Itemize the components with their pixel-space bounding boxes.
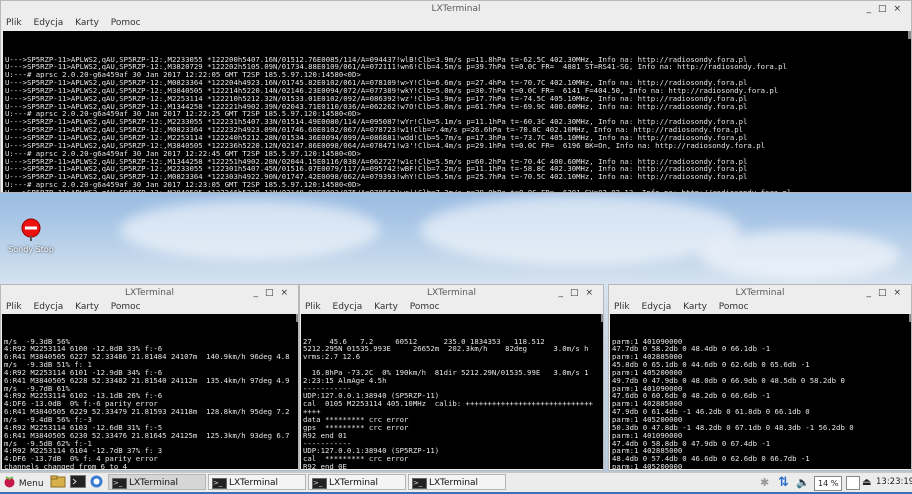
maximize-icon[interactable]: □ — [878, 4, 894, 14]
title-bar[interactable]: LXTerminal _□× — [609, 285, 911, 301]
menu-edycja[interactable]: Edycja — [333, 302, 363, 312]
desktop-icon-label: Sondy Stop — [8, 245, 54, 254]
menu-plik[interactable]: Plik — [614, 302, 630, 312]
window-controls[interactable]: _□× — [253, 285, 295, 301]
terminal-icon: >_ — [212, 478, 227, 489]
scrollbar-thumb[interactable] — [908, 31, 911, 39]
menu-plik[interactable]: Plik — [6, 302, 22, 312]
terminal-icon: >_ — [112, 478, 127, 489]
window-controls[interactable]: _□× — [866, 285, 908, 301]
terminal-line: parm:1 405200000 — [612, 462, 683, 469]
menu-karty[interactable]: Karty — [683, 302, 707, 312]
close-icon[interactable]: × — [893, 288, 908, 298]
scrollbar-thumb[interactable] — [601, 314, 603, 322]
volume-icon[interactable]: 🔈 — [796, 475, 810, 490]
file-manager-icon[interactable] — [50, 475, 66, 490]
main-terminal-window[interactable]: LXTerminal _□× Plik Edycja Karty Pomoc U… — [0, 0, 912, 193]
menu-edycja[interactable]: Edycja — [34, 18, 64, 28]
menu-label: Menu — [18, 479, 44, 489]
clock-time: 13:23:19 — [876, 477, 912, 487]
menu-edycja[interactable]: Edycja — [34, 302, 64, 312]
menu-bar: Plik Edycja Karty Pomoc — [1, 17, 911, 30]
left-terminal-window[interactable]: LXTerminal _□× Plik Edycja Karty Pomoc m… — [0, 284, 299, 471]
menu-pomoc[interactable]: Pomoc — [111, 302, 141, 312]
terminal-line: U--->SP5RZP-11>APLWS2,qAU,SP5RZP-12:,M38… — [5, 187, 792, 193]
sky-cloud — [420, 195, 740, 265]
window-title: LXTerminal — [431, 4, 481, 14]
task-label: LXTerminal — [429, 478, 479, 488]
network-icon[interactable]: ⇅ — [778, 475, 789, 490]
close-icon[interactable]: × — [585, 288, 600, 298]
minimize-icon[interactable]: _ — [558, 288, 570, 298]
menu-karty[interactable]: Karty — [75, 302, 99, 312]
scrollbar[interactable] — [601, 314, 603, 322]
taskbar: Menu >_ LXTerminal >_ LXTerminal >_ LXTermi… — [0, 472, 912, 492]
maximize-icon[interactable]: □ — [265, 288, 281, 298]
terminal-icon: >_ — [312, 478, 327, 489]
menu-pomoc[interactable]: Pomoc — [111, 18, 141, 28]
bluetooth-icon[interactable]: ✱ — [760, 475, 769, 490]
terminal-output[interactable]: 27 45.6 7.2 60512 235.0 1834353 118.512 5… — [301, 314, 603, 469]
task-label: LXTerminal — [129, 478, 179, 488]
eject-icon[interactable]: ⏏ — [862, 475, 871, 490]
maximize-icon[interactable]: □ — [570, 288, 586, 298]
terminal-output[interactable]: U--->SP5RZP-11>APLWS2,qAU,SP5RZP-12:,M22… — [3, 31, 911, 193]
scrollbar[interactable] — [908, 31, 911, 39]
task-button-lxterminal[interactable]: >_ LXTerminal — [408, 474, 506, 490]
menu-bar: Plik Edycja Karty Pomoc — [609, 301, 911, 314]
middle-terminal-window[interactable]: LXTerminal _□× Plik Edycja Karty Pomoc 2… — [299, 284, 604, 471]
window-title: LXTerminal — [735, 288, 785, 298]
task-button-lxterminal[interactable]: >_ LXTerminal — [208, 474, 306, 490]
terminal-icon: >_ — [412, 478, 427, 489]
terminal-launcher-icon[interactable] — [70, 475, 86, 490]
terminal-line: gps ********* crc error — [303, 422, 409, 432]
menu-karty[interactable]: Karty — [374, 302, 398, 312]
window-controls[interactable]: _□× — [866, 1, 908, 17]
stop-sign-icon — [21, 218, 41, 241]
title-bar[interactable]: LXTerminal _□× — [1, 1, 911, 17]
terminal-line: cal ********* crc error — [303, 454, 409, 464]
task-button-lxterminal[interactable]: >_ LXTerminal — [308, 474, 406, 490]
menu-edycja[interactable]: Edycja — [642, 302, 672, 312]
menu-pomoc[interactable]: Pomoc — [719, 302, 749, 312]
terminal-line: vrms:2.7 12.6 — [303, 352, 361, 362]
terminal-line: cal 0105 M2253114 405.10MHz calib: +++++… — [303, 399, 593, 409]
maximize-icon[interactable]: □ — [878, 288, 894, 298]
cpu-graph — [846, 476, 860, 490]
right-terminal-window[interactable]: LXTerminal _□× Plik Edycja Karty Pomoc p… — [608, 284, 912, 471]
clock[interactable]: 13:23:19 — [876, 475, 912, 490]
window-controls[interactable]: _□× — [558, 285, 600, 301]
menu-bar: Plik Edycja Karty Pomoc — [300, 301, 603, 314]
cpu-usage: 14 % — [818, 479, 839, 488]
title-bar[interactable]: LXTerminal _□× — [300, 285, 603, 301]
menu-karty[interactable]: Karty — [75, 18, 99, 28]
window-title: LXTerminal — [124, 288, 175, 298]
terminal-output[interactable]: parm:1 401090000 47.7db 0 58.2db 0 48.4db… — [610, 314, 911, 469]
sky-cloud — [700, 230, 900, 280]
close-icon[interactable]: × — [280, 288, 295, 298]
close-icon[interactable]: × — [893, 4, 908, 14]
menu-pomoc[interactable]: Pomoc — [410, 302, 440, 312]
title-bar[interactable]: LXTerminal _□× — [1, 285, 298, 301]
raspberry-icon — [4, 476, 15, 488]
terminal-line: R92 end 0E — [303, 462, 347, 469]
cpu-monitor: 14 % — [814, 476, 843, 491]
browser-icon[interactable] — [90, 475, 103, 490]
minimize-icon[interactable]: _ — [253, 288, 265, 298]
terminal-output[interactable]: m/s -9.3dB 56% 4:R92 M2253114 6100 -12.8d… — [2, 314, 298, 469]
menu-bar: Plik Edycja Karty Pomoc — [1, 301, 298, 314]
terminal-line: channels changed from 6 to 4 — [4, 462, 128, 469]
window-title: LXTerminal — [426, 288, 477, 298]
desktop-icon-sondy-stop[interactable]: Sondy Stop — [8, 217, 54, 254]
minimize-icon[interactable]: _ — [866, 4, 878, 14]
task-label: LXTerminal — [329, 478, 379, 488]
minimize-icon[interactable]: _ — [866, 288, 878, 298]
sky-cloud — [120, 200, 380, 260]
menu-plik[interactable]: Plik — [6, 18, 22, 28]
task-button-lxterminal[interactable]: >_ LXTerminal — [108, 474, 206, 490]
task-label: LXTerminal — [229, 478, 279, 488]
menu-plik[interactable]: Plik — [305, 302, 321, 312]
menu-button[interactable]: Menu — [3, 475, 44, 490]
